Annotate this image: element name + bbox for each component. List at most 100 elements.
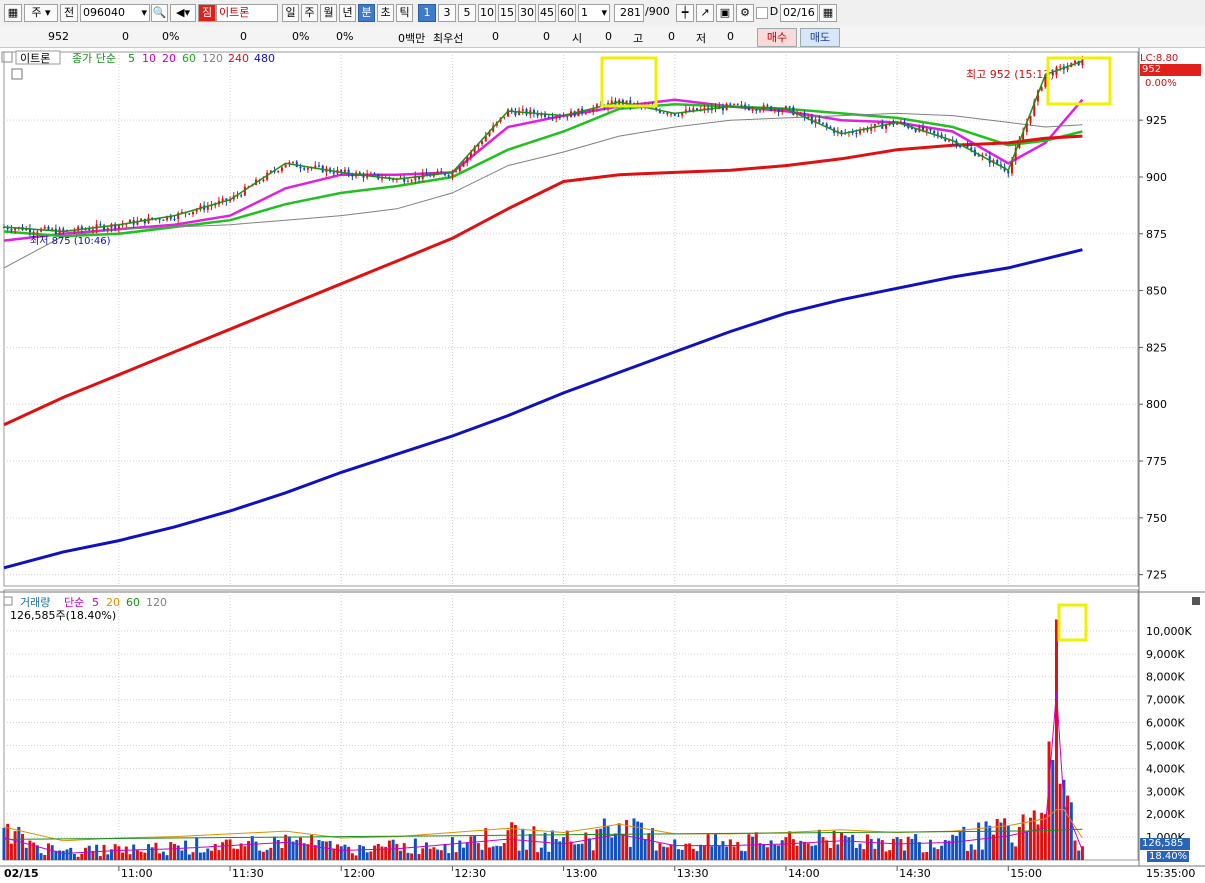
quote-amount: 0백만 (398, 32, 426, 45)
volume-bar (743, 851, 747, 860)
candle-body (410, 180, 413, 182)
interval-10[interactable]: 10 (478, 4, 496, 22)
interval-60[interactable]: 60 (558, 4, 576, 22)
volume-bar (706, 833, 710, 860)
volume-bar (1021, 814, 1025, 860)
interval-45[interactable]: 45 (538, 4, 556, 22)
volume-bar (413, 838, 417, 860)
volume-bar (1054, 619, 1058, 860)
volume-bar (651, 828, 655, 860)
candle-body (91, 229, 94, 231)
period-tick[interactable]: 틱 (396, 4, 413, 22)
interval-30[interactable]: 30 (518, 4, 536, 22)
low-label: 저 (696, 32, 707, 45)
volume-bar (261, 851, 265, 860)
period-week[interactable]: 주 (301, 4, 318, 22)
volume-bar (402, 843, 406, 860)
volume-close-icon[interactable] (1192, 597, 1200, 605)
candle-body (636, 103, 639, 105)
time-axis: 11:00 11:30 12:00 12:30 13:00 13:30 14:00 14:30… (118, 866, 1042, 880)
volume-bar (1003, 818, 1007, 860)
volume-bar (1032, 810, 1036, 860)
code-input[interactable]: 096040 ▾ (80, 4, 150, 22)
candle-icon[interactable]: ┿ (676, 4, 694, 22)
interval-15[interactable]: 15 (498, 4, 516, 22)
interval-3[interactable]: 3 (438, 4, 456, 22)
candle-body (351, 174, 354, 177)
candle-body (240, 195, 243, 197)
volume-bar (647, 833, 651, 860)
volume-bar (806, 843, 810, 860)
multiplier-select[interactable]: 1 ▾ (578, 4, 610, 22)
sell-button[interactable]: 매도 (800, 28, 840, 47)
chevron-down-icon: ▾ (601, 6, 607, 19)
volume-bar (536, 852, 540, 860)
volume-bar (132, 844, 136, 860)
candle-body (588, 112, 591, 114)
candle-body (521, 109, 524, 111)
type-label: 주 (31, 6, 42, 19)
period-month[interactable]: 월 (320, 4, 337, 22)
high-annotation: 최고 952 (15:13) (966, 68, 1055, 81)
d-checkbox[interactable] (756, 7, 768, 19)
candle-body (670, 113, 673, 115)
volume-bar (198, 852, 202, 860)
volume-bar (454, 852, 458, 860)
volume-bar (747, 834, 751, 860)
candle-body (1081, 59, 1084, 66)
candle-body (525, 109, 528, 115)
volume-bar (43, 854, 47, 860)
period-second[interactable]: 초 (377, 4, 394, 22)
gear-icon[interactable]: ⚙ (736, 4, 754, 22)
volume-bar (865, 834, 869, 860)
time-tick-label: 14:30 (899, 867, 931, 880)
ma-480-label: 480 (254, 52, 275, 65)
volume-tick-label: 4,000K (1146, 762, 1185, 775)
volume-bar (247, 840, 251, 860)
volume-bar (28, 840, 32, 860)
volume-bar (76, 856, 80, 860)
volume-bar (191, 852, 195, 860)
volume-bar (925, 852, 929, 860)
volume-bar (158, 853, 162, 860)
volume-bar (354, 855, 358, 860)
chevron-down-icon: ▾ (141, 6, 147, 19)
candle-body (936, 133, 939, 135)
calendar-icon[interactable]: ▦ (819, 4, 837, 22)
draw-icon[interactable]: ↗ (696, 4, 714, 22)
layout-icon[interactable]: ▦ (4, 4, 22, 22)
date-input[interactable]: 02/16 (780, 4, 818, 22)
best-label: 최우선 (433, 32, 464, 45)
low-annotation: 최저 875 (10:46) (30, 235, 111, 247)
speaker-icon[interactable]: ◀▾ (170, 4, 196, 22)
candle-body (14, 228, 17, 231)
interval-5[interactable]: 5 (458, 4, 476, 22)
candle-body (666, 112, 669, 115)
volume-bar (147, 844, 151, 860)
save-icon[interactable]: ▣ (716, 4, 734, 22)
volume-bar (762, 844, 766, 860)
type-select[interactable]: 주 ▾ (24, 4, 58, 22)
volume-bar (903, 850, 907, 860)
chart-area[interactable]: 925 900 875 850 825 800 775 750 725 10,000K 9,000… (0, 48, 1205, 883)
volume-bar (891, 838, 895, 860)
best-ask: 0 (543, 30, 550, 43)
time-tick-label: 11:00 (121, 867, 153, 880)
period-year[interactable]: 년 (339, 4, 356, 22)
buy-button[interactable]: 매수 (757, 28, 797, 47)
period-day[interactable]: 일 (282, 4, 299, 22)
vma-120-label: 120 (146, 596, 167, 609)
volume-bar (802, 841, 806, 860)
interval-1[interactable]: 1 (418, 4, 436, 22)
candle-body (566, 116, 569, 118)
volume-bar (725, 846, 729, 860)
volume-bar (828, 847, 832, 860)
prev-button[interactable]: 전 (60, 4, 78, 22)
search-icon[interactable]: 🔍 (151, 4, 168, 22)
count-input[interactable]: 281 (614, 4, 644, 22)
volume-bar (302, 843, 306, 860)
period-minute[interactable]: 분 (358, 4, 375, 22)
volume-bar (684, 843, 688, 860)
volume-bar (343, 844, 347, 860)
time-tick-label: 13:30 (677, 867, 709, 880)
